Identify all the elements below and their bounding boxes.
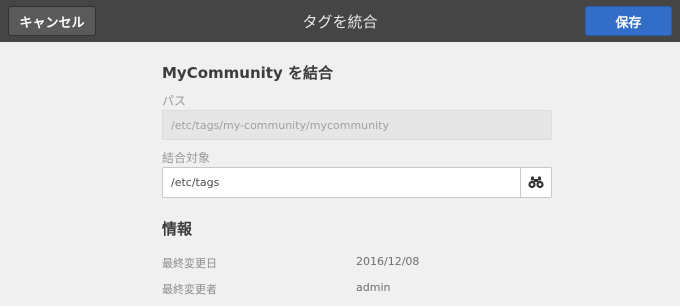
path-value: /etc/tags/my-community/mycommunity [171, 118, 390, 132]
save-button[interactable]: 保存 [585, 6, 672, 36]
last-modified-date-value: 2016/12/08 [356, 255, 420, 268]
browse-button[interactable] [520, 168, 551, 197]
path-field: /etc/tags/my-community/mycommunity [162, 110, 552, 140]
page-title: タグを統合 [302, 12, 378, 31]
target-field [162, 167, 552, 198]
top-bar: キャンセル タグを統合 保存 [0, 0, 680, 42]
target-input[interactable] [163, 168, 521, 197]
path-label: パス [162, 94, 187, 108]
last-modified-by-label: 最終変更者 [162, 283, 217, 296]
cancel-button[interactable]: キャンセル [8, 6, 96, 36]
last-modified-date-label: 最終変更日 [162, 257, 217, 270]
last-modified-by-value: admin [356, 281, 391, 294]
binoculars-icon [528, 176, 544, 189]
info-heading: 情報 [162, 220, 193, 238]
target-label: 結合対象 [162, 151, 211, 165]
merge-heading: MyCommunity を結合 [162, 64, 333, 82]
